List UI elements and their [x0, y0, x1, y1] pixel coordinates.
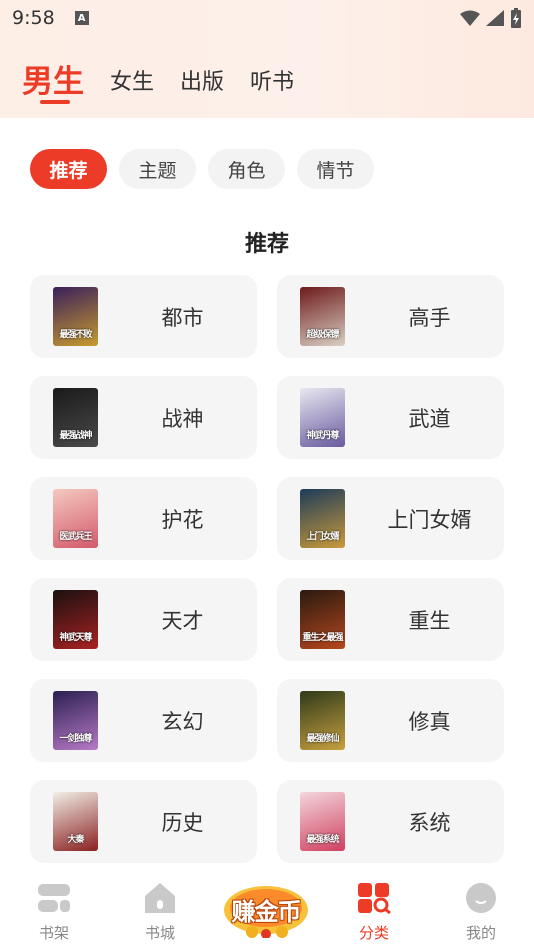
status-time: 9:58	[12, 7, 55, 29]
book-cover-image: 大秦	[53, 792, 98, 851]
book-cover-title: 最强战神	[59, 431, 92, 441]
earn-coins-button[interactable]: 赚金币	[222, 878, 310, 938]
category-label: 高手	[408, 305, 451, 330]
category-label: 玄幻	[161, 709, 204, 734]
category-label: 修真	[408, 709, 451, 734]
profile-icon	[446, 882, 516, 918]
book-cover-image: 超级保镖	[300, 287, 345, 346]
subcategory-chips: 推荐 主题 角色 情节	[30, 149, 374, 189]
category-label: 护花	[161, 507, 204, 532]
nav-item-2[interactable]: 分类	[339, 882, 409, 943]
nav-label: 分类	[358, 924, 389, 942]
book-cover-title: 上门女婿	[306, 532, 339, 542]
top-tab-2[interactable]: 出版	[180, 54, 224, 96]
book-cover-title: 重生之最强	[302, 633, 343, 643]
chip-3[interactable]: 情节	[297, 149, 374, 189]
chip-0[interactable]: 推荐	[30, 149, 107, 189]
book-cover-title: 最强修仙	[306, 734, 339, 744]
book-cover-image: 医武兵王	[53, 489, 98, 548]
chip-2[interactable]: 角色	[208, 149, 285, 189]
book-cover-image: 最强战神	[53, 388, 98, 447]
category-grid: 最强不败 都市 超级保镖 高手 最强战神 战神 神武丹尊 武道 医武兵王 护花 上门女婿 上门女婿 神武…	[30, 275, 504, 863]
category-label: 都市	[161, 305, 204, 330]
category-card[interactable]: 大秦 历史	[30, 780, 257, 863]
chip-1[interactable]: 主题	[119, 149, 196, 189]
book-cover-title: 最强不败	[59, 330, 92, 340]
earn-coins-label: 赚金币	[231, 898, 302, 926]
book-cover-image: 重生之最强	[300, 590, 345, 649]
book-cover-image: 神武丹尊	[300, 388, 345, 447]
book-cover-title: 神武丹尊	[306, 431, 339, 441]
top-tab-0[interactable]: 男生	[22, 54, 84, 104]
book-cover-title: 神武天尊	[59, 633, 92, 643]
book-cover-title: 超级保镖	[306, 330, 339, 340]
category-icon	[339, 882, 409, 918]
book-cover-title: 大秦	[67, 835, 84, 845]
status-bar: 9:58 A	[0, 0, 534, 36]
category-label: 系统	[408, 810, 451, 835]
category-card[interactable]: 医武兵王 护花	[30, 477, 257, 560]
bookstore-icon	[125, 882, 195, 918]
category-card[interactable]: 神武天尊 天才	[30, 578, 257, 661]
book-cover-title: 医武兵王	[59, 532, 92, 542]
category-label: 战神	[161, 406, 204, 431]
wifi-icon	[460, 10, 480, 26]
top-tabs: 男生 女生 出版 听书	[0, 54, 534, 114]
category-label: 重生	[408, 608, 451, 633]
bookshelf-icon	[19, 882, 89, 918]
section-title: 推荐	[244, 232, 289, 257]
book-cover-image: 上门女婿	[300, 489, 345, 548]
battery-icon	[511, 8, 521, 28]
book-cover-image: 最强不败	[53, 287, 98, 346]
book-cover-image: 最强修仙	[300, 691, 345, 750]
category-label: 武道	[408, 406, 451, 431]
category-card[interactable]: 最强战神 战神	[30, 376, 257, 459]
book-cover-title: 一剑独尊	[59, 734, 92, 744]
category-card[interactable]: 一剑独尊 玄幻	[30, 679, 257, 762]
category-label: 天才	[161, 608, 204, 633]
nav-label: 我的	[465, 924, 496, 942]
category-card[interactable]: 神武丹尊 武道	[277, 376, 504, 459]
book-cover-image: 神武天尊	[53, 590, 98, 649]
category-card[interactable]: 超级保镖 高手	[277, 275, 504, 358]
category-card[interactable]: 最强系统 系统	[277, 780, 504, 863]
book-cover-image: 一剑独尊	[53, 691, 98, 750]
category-card[interactable]: 最强修仙 修真	[277, 679, 504, 762]
book-cover-title: 最强系统	[306, 835, 339, 845]
top-tab-1[interactable]: 女生	[110, 54, 154, 96]
category-card[interactable]: 重生之最强 重生	[277, 578, 504, 661]
notification-icon: A	[74, 11, 89, 25]
nav-item-0[interactable]: 书架	[19, 882, 89, 943]
nav-item-3[interactable]: 我的	[446, 882, 516, 943]
category-card[interactable]: 上门女婿 上门女婿	[277, 477, 504, 560]
nav-label: 书城	[144, 924, 175, 942]
top-tab-3[interactable]: 听书	[250, 54, 294, 96]
signal-icon	[486, 10, 504, 26]
nav-item-1[interactable]: 书城	[125, 882, 195, 943]
category-label: 上门女婿	[387, 507, 472, 532]
book-cover-image: 最强系统	[300, 792, 345, 851]
category-label: 历史	[161, 810, 204, 835]
nav-label: 书架	[38, 924, 69, 942]
status-icons	[460, 8, 522, 28]
category-card[interactable]: 最强不败 都市	[30, 275, 257, 358]
